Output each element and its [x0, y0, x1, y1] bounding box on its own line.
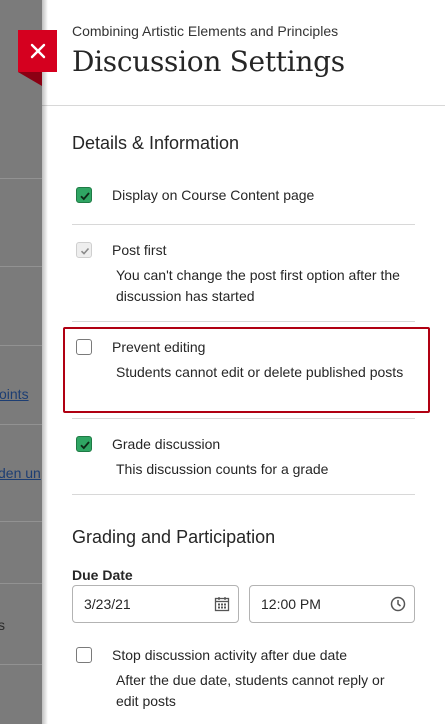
prevent-editing-checkbox[interactable]	[76, 339, 92, 355]
calendar-icon[interactable]	[214, 596, 230, 612]
due-date-label: Due Date	[72, 567, 133, 583]
due-date-input[interactable]: 3/23/21	[72, 585, 239, 623]
display-on-course-content-label: Display on Course Content page	[112, 187, 315, 203]
divider	[72, 224, 415, 225]
prevent-editing-label: Prevent editing	[112, 339, 206, 355]
grade-discussion-checkbox[interactable]	[76, 436, 92, 452]
background-text: s	[0, 617, 5, 633]
page-title: Discussion Settings	[72, 45, 345, 78]
background-page: oints den un s	[0, 0, 42, 724]
background-link[interactable]: den un	[0, 465, 41, 481]
close-tab-fold	[18, 72, 42, 86]
clock-icon[interactable]	[390, 596, 406, 612]
stop-activity-label: Stop discussion activity after due date	[112, 647, 348, 663]
background-divider	[0, 583, 42, 584]
grade-discussion-label: Grade discussion	[112, 436, 221, 452]
prevent-editing-description: Students cannot edit or delete published…	[116, 364, 404, 380]
checkmark-icon	[80, 247, 90, 255]
due-time-value: 12:00 PM	[261, 596, 321, 612]
background-divider	[0, 521, 42, 522]
checkmark-icon	[80, 192, 90, 201]
display-on-course-content-checkbox[interactable]	[76, 187, 92, 203]
background-divider	[0, 345, 42, 346]
post-first-description: You can't change the post first option a…	[116, 267, 400, 304]
divider	[72, 494, 415, 495]
post-first-checkbox	[76, 242, 92, 258]
panel-shadow	[42, 0, 48, 724]
post-first-label: Post first	[112, 242, 167, 258]
stop-activity-description: After the due date, students cannot repl…	[116, 672, 385, 709]
close-icon[interactable]	[18, 30, 57, 72]
discussion-settings-panel: Combining Artistic Elements and Principl…	[42, 0, 445, 724]
divider	[72, 418, 415, 419]
background-link[interactable]: oints	[0, 386, 29, 402]
details-section-title: Details & Information	[72, 133, 240, 153]
background-divider	[0, 266, 42, 267]
grading-section-title: Grading and Participation	[72, 527, 276, 547]
course-name: Combining Artistic Elements and Principl…	[72, 23, 339, 39]
background-divider	[0, 664, 42, 665]
stop-activity-checkbox[interactable]	[76, 647, 92, 663]
checkmark-icon	[80, 441, 90, 450]
due-date-value: 3/23/21	[84, 596, 131, 612]
close-panel-button[interactable]	[18, 30, 57, 86]
divider	[72, 321, 415, 322]
due-time-input[interactable]: 12:00 PM	[249, 585, 415, 623]
background-divider	[0, 424, 42, 425]
background-divider	[0, 178, 42, 179]
grade-discussion-description: This discussion counts for a grade	[116, 461, 329, 477]
panel-header: Combining Artistic Elements and Principl…	[42, 0, 445, 106]
